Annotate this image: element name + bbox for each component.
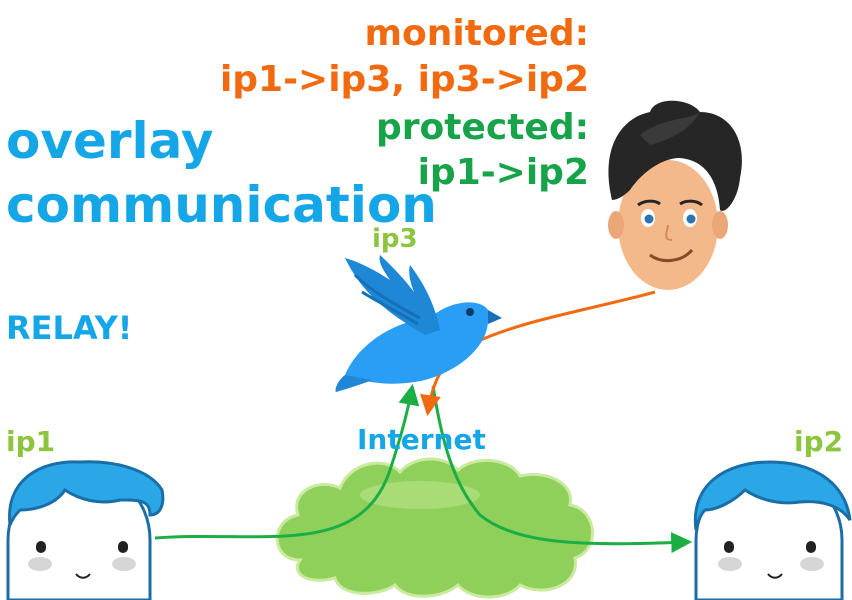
title-line-2: communication bbox=[6, 176, 437, 234]
protected-flows: ip1->ip2 bbox=[417, 152, 589, 193]
node-label-ip3: ip3 bbox=[372, 224, 418, 254]
internet-cloud-icon bbox=[275, 457, 594, 599]
monitored-flows: ip1->ip3, ip3->ip2 bbox=[219, 59, 589, 100]
node-label-ip1: ip1 bbox=[6, 425, 56, 458]
monitored-heading: monitored: bbox=[364, 13, 590, 54]
user-ip2-icon bbox=[693, 460, 852, 600]
protected-heading: protected: bbox=[375, 107, 589, 148]
node-label-ip2: ip2 bbox=[794, 425, 844, 458]
relay-bird-icon bbox=[335, 255, 502, 392]
relay-label: RELAY! bbox=[6, 309, 133, 347]
title-line-1: overlay bbox=[6, 112, 214, 170]
user-ip1-icon bbox=[6, 460, 165, 600]
observer-face-icon bbox=[608, 100, 742, 290]
internet-label: Internet bbox=[357, 423, 486, 456]
